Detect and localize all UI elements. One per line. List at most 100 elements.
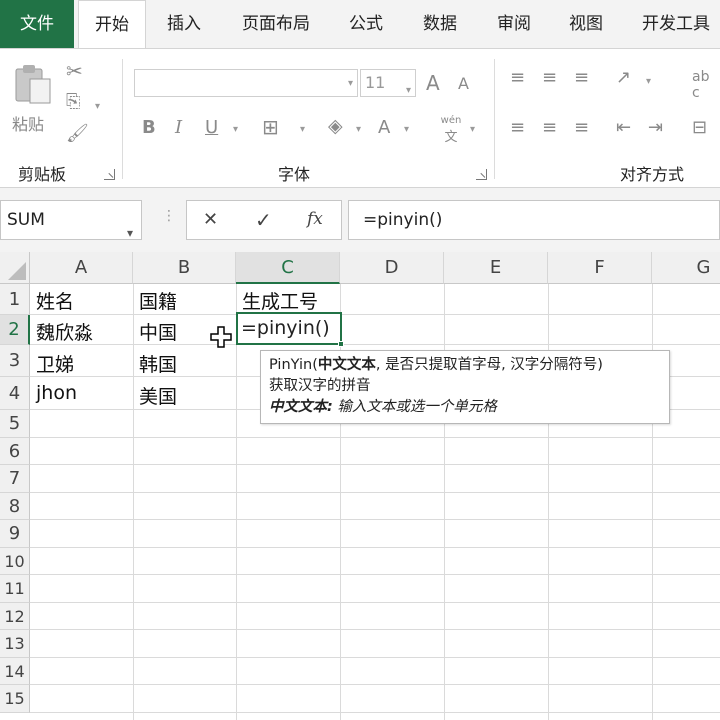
font-color-icon[interactable]: A bbox=[378, 119, 390, 137]
row-header-9[interactable]: 9 bbox=[0, 520, 30, 548]
align-center-icon[interactable]: ≡ bbox=[542, 119, 557, 137]
font-name-box[interactable]: ▾ bbox=[134, 69, 358, 97]
row-header-11[interactable]: 11 bbox=[0, 575, 30, 603]
fill-color-icon[interactable]: ◈ bbox=[328, 117, 343, 136]
cell-c1[interactable]: 生成工号 bbox=[236, 287, 318, 314]
function-arg-current: 中文文本 bbox=[317, 357, 376, 373]
merge-center-icon[interactable]: ⊟ bbox=[692, 119, 707, 137]
cell-a4[interactable]: jhon bbox=[30, 382, 77, 404]
column-header-b[interactable]: B bbox=[133, 252, 236, 284]
font-size-box[interactable]: 11 ▾ bbox=[360, 69, 416, 97]
formula-buttons: ✕ ✓ fx bbox=[186, 200, 342, 240]
column-header-g[interactable]: G bbox=[652, 252, 720, 284]
column-header-c[interactable]: C bbox=[236, 252, 340, 284]
wrap-text-icon[interactable]: ab c bbox=[692, 69, 709, 101]
align-middle-icon[interactable]: ≡ bbox=[542, 69, 557, 87]
function-name-link[interactable]: PinYin( bbox=[269, 357, 318, 373]
tab-home[interactable]: 开始 bbox=[78, 0, 146, 50]
row-header-15[interactable]: 15 bbox=[0, 685, 30, 713]
font-color-dropdown-icon[interactable]: ▾ bbox=[404, 124, 409, 135]
column-header-e[interactable]: E bbox=[444, 252, 548, 284]
row-header-14[interactable]: 14 bbox=[0, 658, 30, 685]
paste-button[interactable]: 粘贴 bbox=[10, 61, 56, 137]
cancel-icon[interactable]: ✕ bbox=[203, 209, 218, 230]
font-size-dropdown-icon[interactable]: ▾ bbox=[406, 78, 411, 104]
gridline bbox=[30, 629, 720, 630]
enter-icon[interactable]: ✓ bbox=[255, 208, 272, 232]
cell-a2[interactable]: 魏欣淼 bbox=[30, 318, 93, 345]
name-box[interactable]: SUM ▾ bbox=[0, 200, 142, 240]
row-header-6[interactable]: 6 bbox=[0, 438, 30, 465]
copy-dropdown-icon[interactable]: ▾ bbox=[95, 101, 100, 112]
row-header-12[interactable]: 12 bbox=[0, 603, 30, 630]
format-painter-icon[interactable]: 🖌 bbox=[66, 125, 89, 143]
align-right-icon[interactable]: ≡ bbox=[574, 119, 589, 137]
name-box-dropdown-icon[interactable]: ▾ bbox=[127, 214, 133, 252]
cut-icon[interactable]: ✂ bbox=[66, 61, 83, 81]
decrease-indent-icon[interactable]: ⇤ bbox=[616, 119, 631, 137]
orientation-dropdown-icon[interactable]: ▾ bbox=[646, 76, 651, 87]
tab-review[interactable]: 审阅 bbox=[484, 0, 544, 48]
tab-formulas[interactable]: 公式 bbox=[336, 0, 396, 48]
cell-b2[interactable]: 中国 bbox=[133, 318, 177, 345]
phonetic-dropdown-icon[interactable]: ▾ bbox=[470, 124, 475, 135]
align-bottom-icon[interactable]: ≡ bbox=[574, 69, 589, 87]
align-top-icon[interactable]: ≡ bbox=[510, 69, 525, 87]
cell-a3[interactable]: 卫娣 bbox=[30, 350, 74, 377]
formula-bar-grip-icon[interactable]: ⋮ bbox=[162, 208, 176, 224]
column-header-a[interactable]: A bbox=[30, 252, 133, 284]
tab-developer[interactable]: 开发工具 bbox=[632, 0, 720, 48]
gridline bbox=[30, 492, 720, 493]
borders-icon[interactable]: ⊞ bbox=[262, 117, 279, 137]
row-header-5[interactable]: 5 bbox=[0, 410, 30, 438]
phonetic-guide-icon[interactable]: wén 文 bbox=[436, 115, 466, 145]
orientation-icon[interactable]: ↗ bbox=[616, 69, 631, 87]
shrink-font-icon[interactable]: A bbox=[458, 76, 469, 92]
tab-page-layout[interactable]: 页面布局 bbox=[228, 0, 324, 48]
fill-handle[interactable] bbox=[338, 341, 344, 347]
gridline bbox=[30, 314, 720, 315]
column-header-f[interactable]: F bbox=[548, 252, 652, 284]
cell-b1[interactable]: 国籍 bbox=[133, 287, 177, 314]
font-launcher-icon[interactable] bbox=[476, 169, 487, 180]
worksheet-grid: A B C D E F G 1 2 3 4 5 6 7 8 9 10 11 12… bbox=[0, 252, 720, 720]
tab-insert[interactable]: 插入 bbox=[152, 0, 216, 48]
clipboard-launcher-icon[interactable] bbox=[104, 169, 115, 180]
cell-b3[interactable]: 韩国 bbox=[133, 350, 177, 377]
font-group-label: 字体 bbox=[278, 165, 311, 184]
gridline bbox=[30, 657, 720, 658]
row-header-4[interactable]: 4 bbox=[0, 377, 30, 410]
row-header-1[interactable]: 1 bbox=[0, 284, 30, 315]
cell-c2[interactable]: =pinyin() bbox=[241, 317, 330, 339]
tab-data[interactable]: 数据 bbox=[410, 0, 470, 48]
font-size-value: 11 bbox=[365, 73, 386, 92]
bold-button[interactable]: B bbox=[142, 119, 156, 137]
column-header-d[interactable]: D bbox=[340, 252, 444, 284]
phonetic-top-text: wén bbox=[440, 115, 462, 126]
row-header-10[interactable]: 10 bbox=[0, 548, 30, 575]
grow-font-icon[interactable]: A bbox=[426, 73, 440, 93]
italic-button[interactable]: I bbox=[175, 119, 182, 137]
alignment-group-label: 对齐方式 bbox=[620, 165, 685, 184]
underline-dropdown-icon[interactable]: ▾ bbox=[233, 124, 238, 135]
borders-dropdown-icon[interactable]: ▾ bbox=[300, 124, 305, 135]
cell-b4[interactable]: 美国 bbox=[133, 382, 177, 409]
cell-a1[interactable]: 姓名 bbox=[30, 287, 74, 314]
row-header-13[interactable]: 13 bbox=[0, 630, 30, 658]
row-header-7[interactable]: 7 bbox=[0, 465, 30, 493]
row-header-3[interactable]: 3 bbox=[0, 345, 30, 377]
insert-function-icon[interactable]: fx bbox=[307, 209, 323, 229]
row-header-2[interactable]: 2 bbox=[0, 315, 30, 345]
underline-button[interactable]: U bbox=[205, 119, 218, 137]
increase-indent-icon[interactable]: ⇥ bbox=[648, 119, 663, 137]
formula-input[interactable]: =pinyin() bbox=[348, 200, 720, 240]
font-name-dropdown-icon[interactable]: ▾ bbox=[348, 78, 353, 89]
copy-icon[interactable]: ⎘ bbox=[66, 93, 80, 111]
row-header-8[interactable]: 8 bbox=[0, 493, 30, 520]
fill-color-dropdown-icon[interactable]: ▾ bbox=[356, 124, 361, 135]
active-cell-c2[interactable]: =pinyin() bbox=[236, 312, 344, 347]
align-left-icon[interactable]: ≡ bbox=[510, 119, 525, 137]
tab-file[interactable]: 文件 bbox=[0, 0, 74, 48]
tab-view[interactable]: 视图 bbox=[556, 0, 616, 48]
select-all-corner[interactable] bbox=[0, 252, 30, 284]
